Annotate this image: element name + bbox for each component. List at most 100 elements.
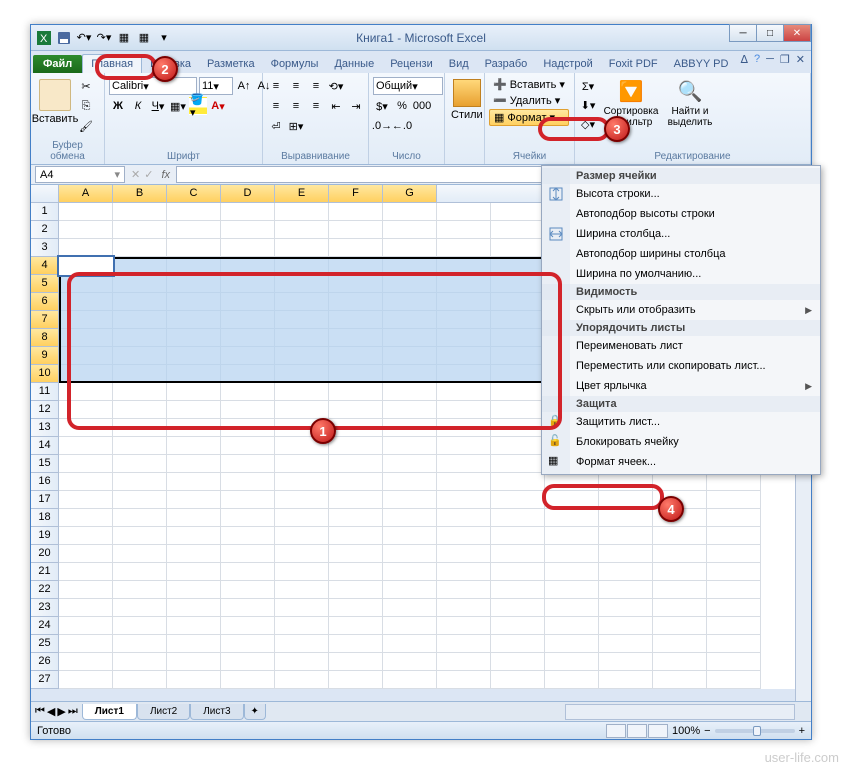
cell[interactable] <box>383 383 437 401</box>
cell[interactable] <box>275 635 329 653</box>
cell[interactable] <box>59 635 113 653</box>
cell[interactable] <box>59 509 113 527</box>
row-header[interactable]: 17 <box>31 491 58 509</box>
cell[interactable] <box>329 293 383 311</box>
cell[interactable] <box>167 491 221 509</box>
cell[interactable] <box>437 329 491 347</box>
copy-icon[interactable]: ⎘ <box>77 97 95 115</box>
cell[interactable] <box>491 509 545 527</box>
cell[interactable] <box>113 455 167 473</box>
cell[interactable] <box>113 401 167 419</box>
cell[interactable] <box>329 509 383 527</box>
cell[interactable] <box>383 257 437 275</box>
cell[interactable] <box>545 581 599 599</box>
decrease-decimal-icon[interactable]: ←.0 <box>393 117 411 135</box>
cell[interactable] <box>59 221 113 239</box>
col-header[interactable]: E <box>275 185 329 202</box>
cell[interactable] <box>383 455 437 473</box>
cell[interactable] <box>599 617 653 635</box>
cell[interactable] <box>491 203 545 221</box>
cell[interactable] <box>113 599 167 617</box>
cell[interactable] <box>167 365 221 383</box>
cell[interactable] <box>599 599 653 617</box>
col-header[interactable]: C <box>167 185 221 202</box>
cell[interactable] <box>545 509 599 527</box>
cell[interactable] <box>707 509 761 527</box>
cell[interactable] <box>545 635 599 653</box>
first-sheet-icon[interactable]: ⏮ <box>35 705 45 718</box>
cell[interactable] <box>221 509 275 527</box>
cell[interactable] <box>545 545 599 563</box>
cell[interactable] <box>59 599 113 617</box>
row-header[interactable]: 9 <box>31 347 58 365</box>
qat-dropdown-icon[interactable]: ▾ <box>155 29 173 47</box>
underline-icon[interactable]: Ч▾ <box>149 97 167 115</box>
group-label-font[interactable]: Шрифт <box>109 151 258 164</box>
cell[interactable] <box>275 383 329 401</box>
cell[interactable] <box>167 671 221 689</box>
cell[interactable] <box>491 275 545 293</box>
cell[interactable] <box>437 599 491 617</box>
align-center-icon[interactable]: ≡ <box>287 97 305 115</box>
cell[interactable] <box>59 455 113 473</box>
cell[interactable] <box>221 347 275 365</box>
cell[interactable] <box>59 437 113 455</box>
menu-move-sheet[interactable]: Переместить или скопировать лист... <box>542 356 820 376</box>
cell[interactable] <box>437 383 491 401</box>
cell[interactable] <box>437 221 491 239</box>
cell[interactable] <box>59 653 113 671</box>
cell[interactable] <box>437 311 491 329</box>
cell[interactable] <box>545 653 599 671</box>
cell[interactable] <box>167 635 221 653</box>
cell[interactable] <box>491 617 545 635</box>
cell[interactable] <box>167 509 221 527</box>
cell[interactable] <box>383 599 437 617</box>
cell[interactable] <box>329 671 383 689</box>
cell[interactable] <box>707 527 761 545</box>
cell[interactable] <box>59 419 113 437</box>
align-bottom-icon[interactable]: ≡ <box>307 77 325 95</box>
row-header[interactable]: 11 <box>31 383 58 401</box>
row-header[interactable]: 10 <box>31 365 58 383</box>
cut-icon[interactable]: ✂ <box>77 77 95 95</box>
cell[interactable] <box>329 311 383 329</box>
minimize-ribbon-icon[interactable]: ᐃ <box>740 53 748 66</box>
cell[interactable] <box>221 257 275 275</box>
zoom-slider-thumb[interactable] <box>753 726 761 736</box>
col-header[interactable]: B <box>113 185 167 202</box>
cell[interactable] <box>599 491 653 509</box>
cell[interactable] <box>59 473 113 491</box>
minimize-button[interactable]: ─ <box>729 24 757 42</box>
format-cells-button[interactable]: ▦Формат ▾ <box>489 109 569 126</box>
italic-icon[interactable]: К <box>129 97 147 115</box>
row-header[interactable]: 14 <box>31 437 58 455</box>
cell[interactable] <box>59 617 113 635</box>
delete-cells-button[interactable]: ➖Удалить ▾ <box>489 93 569 108</box>
chevron-down-icon[interactable]: ▾ <box>114 168 120 181</box>
cell[interactable] <box>221 653 275 671</box>
cell[interactable] <box>545 527 599 545</box>
menu-default-width[interactable]: Ширина по умолчанию... <box>542 264 820 284</box>
prev-sheet-icon[interactable]: ◀ <box>47 705 55 718</box>
cell[interactable] <box>437 365 491 383</box>
window-min-icon[interactable]: ─ <box>766 53 774 66</box>
row-header[interactable]: 25 <box>31 635 58 653</box>
cell[interactable] <box>491 527 545 545</box>
cell[interactable] <box>59 671 113 689</box>
cell[interactable] <box>437 527 491 545</box>
cell[interactable] <box>113 617 167 635</box>
cell[interactable] <box>329 545 383 563</box>
group-label-alignment[interactable]: Выравнивание <box>267 151 364 164</box>
cell[interactable] <box>113 311 167 329</box>
cell[interactable] <box>221 617 275 635</box>
font-color-icon[interactable]: A▾ <box>209 97 227 115</box>
cell[interactable] <box>707 563 761 581</box>
cell[interactable] <box>545 671 599 689</box>
cell[interactable] <box>221 275 275 293</box>
cell[interactable] <box>59 347 113 365</box>
cell[interactable] <box>329 239 383 257</box>
cell[interactable] <box>383 653 437 671</box>
group-label-clipboard[interactable]: Буфер обмена <box>35 140 100 164</box>
cell[interactable] <box>599 563 653 581</box>
row-header[interactable]: 1 <box>31 203 58 221</box>
